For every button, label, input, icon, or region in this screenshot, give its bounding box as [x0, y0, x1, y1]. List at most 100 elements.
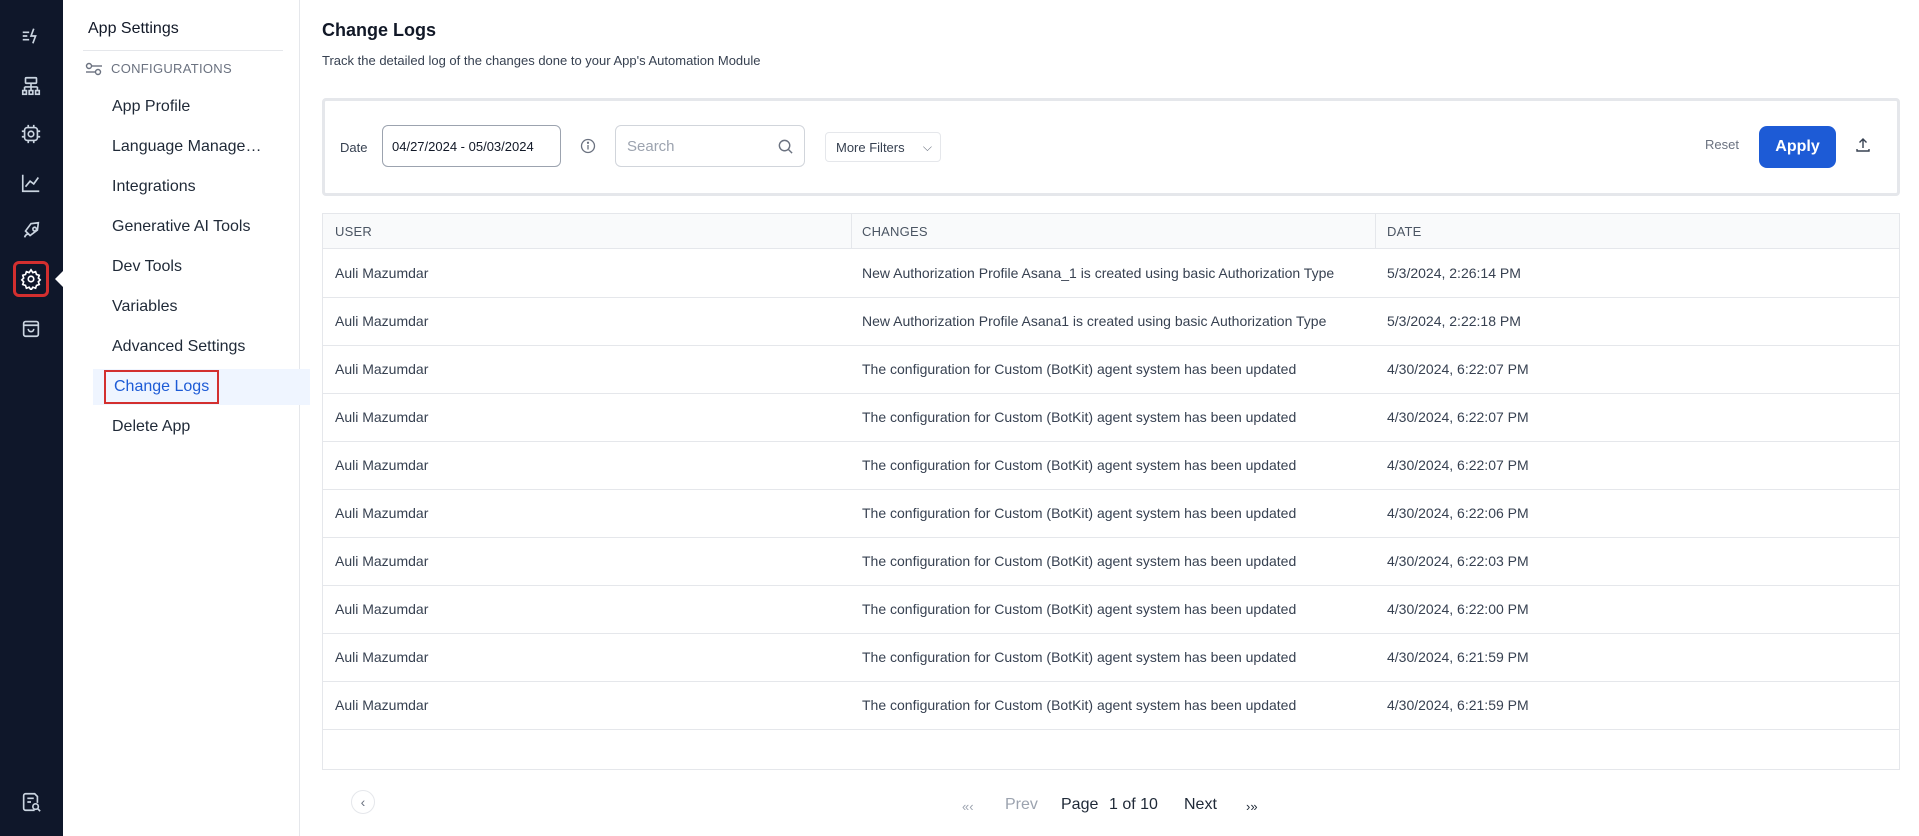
main-content: Change Logs Track the detailed log of th… [300, 0, 1919, 836]
automation-icon[interactable] [17, 22, 45, 50]
cell-user: Auli Mazumdar [335, 697, 429, 713]
cell-user: Auli Mazumdar [335, 457, 429, 473]
bag-icon[interactable] [17, 314, 45, 342]
cell-user: Auli Mazumdar [335, 265, 429, 281]
sidebar-section-label: CONFIGURATIONS [111, 61, 232, 76]
sidebar-item-change-logs[interactable]: Change Logs [93, 369, 310, 405]
sidebar-item-label: Integrations [112, 178, 196, 195]
cell-date: 5/3/2024, 2:26:14 PM [1387, 265, 1521, 281]
sidebar-item-label: Change Logs [103, 370, 220, 404]
column-header-changes: CHANGES [862, 224, 928, 239]
date-range-picker[interactable]: 04/27/2024 - 05/03/2024 [382, 125, 561, 167]
sidebar-item-label: Variables [112, 298, 178, 315]
cell-user: Auli Mazumdar [335, 409, 429, 425]
chip-icon[interactable] [17, 120, 45, 148]
table-row: Auli Mazumdar New Authorization Profile … [323, 298, 1899, 346]
cell-change: The configuration for Custom (BotKit) ag… [862, 697, 1297, 713]
table-row: Auli Mazumdar The configuration for Cust… [323, 538, 1899, 586]
column-header-date: DATE [1387, 224, 1422, 239]
sidebar-item-label: Dev Tools [112, 258, 182, 275]
cell-change: The configuration for Custom (BotKit) ag… [862, 409, 1297, 425]
table-row: Auli Mazumdar The configuration for Cust… [323, 634, 1899, 682]
cell-change: The configuration for Custom (BotKit) ag… [862, 601, 1297, 617]
column-divider [851, 214, 852, 249]
gear-icon[interactable] [13, 261, 49, 297]
sidebar-title: App Settings [88, 20, 179, 37]
cell-change: The configuration for Custom (BotKit) ag… [862, 553, 1297, 569]
table-row: Auli Mazumdar New Authorization Profile … [323, 250, 1899, 298]
first-page-button[interactable]: «‹ [962, 799, 974, 814]
date-label: Date [340, 140, 368, 155]
export-icon[interactable] [1855, 137, 1871, 153]
flow-icon[interactable] [17, 72, 45, 100]
rocket-icon[interactable] [17, 217, 45, 245]
cell-user: Auli Mazumdar [335, 649, 429, 665]
configurations-icon [85, 62, 102, 75]
sidebar-item-label: App Profile [112, 98, 191, 115]
table-row: Auli Mazumdar The configuration for Cust… [323, 682, 1899, 730]
cell-date: 4/30/2024, 6:21:59 PM [1387, 697, 1529, 713]
cell-user: Auli Mazumdar [335, 601, 429, 617]
search-box[interactable] [615, 125, 805, 167]
filter-bar: Date 04/27/2024 - 05/03/2024 More Filter… [322, 98, 1900, 196]
column-header-user: USER [335, 224, 372, 239]
sidebar-item-integrations[interactable]: Integrations [93, 169, 271, 205]
cell-change: The configuration for Custom (BotKit) ag… [862, 649, 1297, 665]
sidebar-item-delete-app[interactable]: Delete App [93, 409, 271, 445]
sidebar-item-label: Language Management [112, 138, 271, 155]
page-subtitle: Track the detailed log of the changes do… [322, 53, 761, 68]
cell-date: 4/30/2024, 6:22:00 PM [1387, 601, 1529, 617]
sidebar-item-language-management[interactable]: Language Management [93, 129, 271, 165]
cell-change: The configuration for Custom (BotKit) ag… [862, 361, 1297, 377]
cell-date: 4/30/2024, 6:22:07 PM [1387, 409, 1529, 425]
table-row: Auli Mazumdar The configuration for Cust… [323, 490, 1899, 538]
cell-date: 4/30/2024, 6:22:07 PM [1387, 457, 1529, 473]
table-row: Auli Mazumdar The configuration for Cust… [323, 442, 1899, 490]
sidebar-section-header: CONFIGURATIONS [85, 61, 232, 76]
change-log-table: USER CHANGES DATE Auli Mazumdar New Auth… [322, 213, 1900, 770]
prev-page-button[interactable]: Prev [1005, 796, 1038, 814]
pagination: «‹ Prev Page 1 of 10 Next ›» [962, 796, 1282, 820]
cell-date: 4/30/2024, 6:22:03 PM [1387, 553, 1529, 569]
sidebar-divider [83, 50, 283, 51]
page-label: Page [1061, 796, 1099, 813]
cell-change: New Authorization Profile Asana_1 is cre… [862, 265, 1335, 281]
table-row: Auli Mazumdar The configuration for Cust… [323, 346, 1899, 394]
cell-user: Auli Mazumdar [335, 313, 429, 329]
chevron-down-icon: ⌵ [922, 140, 932, 154]
sidebar-item-advanced-settings[interactable]: Advanced Settings [93, 329, 271, 365]
sidebar-item-dev-tools[interactable]: Dev Tools [93, 249, 271, 285]
settings-sidebar: App Settings CONFIGURATIONS App Profile … [63, 0, 375, 836]
cell-user: Auli Mazumdar [335, 361, 429, 377]
cell-change: The configuration for Custom (BotKit) ag… [862, 457, 1297, 473]
last-page-button[interactable]: ›» [1246, 799, 1258, 814]
cell-date: 5/3/2024, 2:22:18 PM [1387, 313, 1521, 329]
app-icon-rail [0, 0, 63, 836]
page-title: Change Logs [322, 20, 437, 40]
table-row: Auli Mazumdar The configuration for Cust… [323, 586, 1899, 634]
sidebar-item-label: Generative AI Tools [112, 218, 251, 235]
cell-change: The configuration for Custom (BotKit) ag… [862, 505, 1297, 521]
help-doc-icon[interactable] [17, 788, 45, 816]
page-indicator: 1 of 10 [1109, 796, 1158, 813]
table-row: Auli Mazumdar The configuration for Cust… [323, 394, 1899, 442]
next-page-button[interactable]: Next [1184, 796, 1217, 814]
info-icon[interactable] [580, 138, 596, 154]
sidebar-item-label: Delete App [112, 418, 191, 435]
sidebar-item-variables[interactable]: Variables [93, 289, 271, 325]
more-filters-dropdown[interactable]: More Filters ⌵ [825, 132, 941, 162]
sidebar-item-app-profile[interactable]: App Profile [93, 89, 271, 125]
cell-change: New Authorization Profile Asana1 is crea… [862, 313, 1327, 329]
apply-button[interactable]: Apply [1759, 126, 1836, 168]
reset-button[interactable]: Reset [1705, 137, 1739, 152]
analytics-icon[interactable] [17, 169, 45, 197]
table-header: USER CHANGES DATE [323, 214, 1899, 249]
search-input[interactable] [627, 137, 777, 155]
cell-date: 4/30/2024, 6:22:07 PM [1387, 361, 1529, 377]
cell-date: 4/30/2024, 6:21:59 PM [1387, 649, 1529, 665]
sidebar-item-label: Advanced Settings [112, 338, 246, 355]
more-filters-label: More Filters [836, 139, 905, 155]
cell-user: Auli Mazumdar [335, 505, 429, 521]
cell-user: Auli Mazumdar [335, 553, 429, 569]
sidebar-item-generative-ai-tools[interactable]: Generative AI Tools [93, 209, 271, 245]
